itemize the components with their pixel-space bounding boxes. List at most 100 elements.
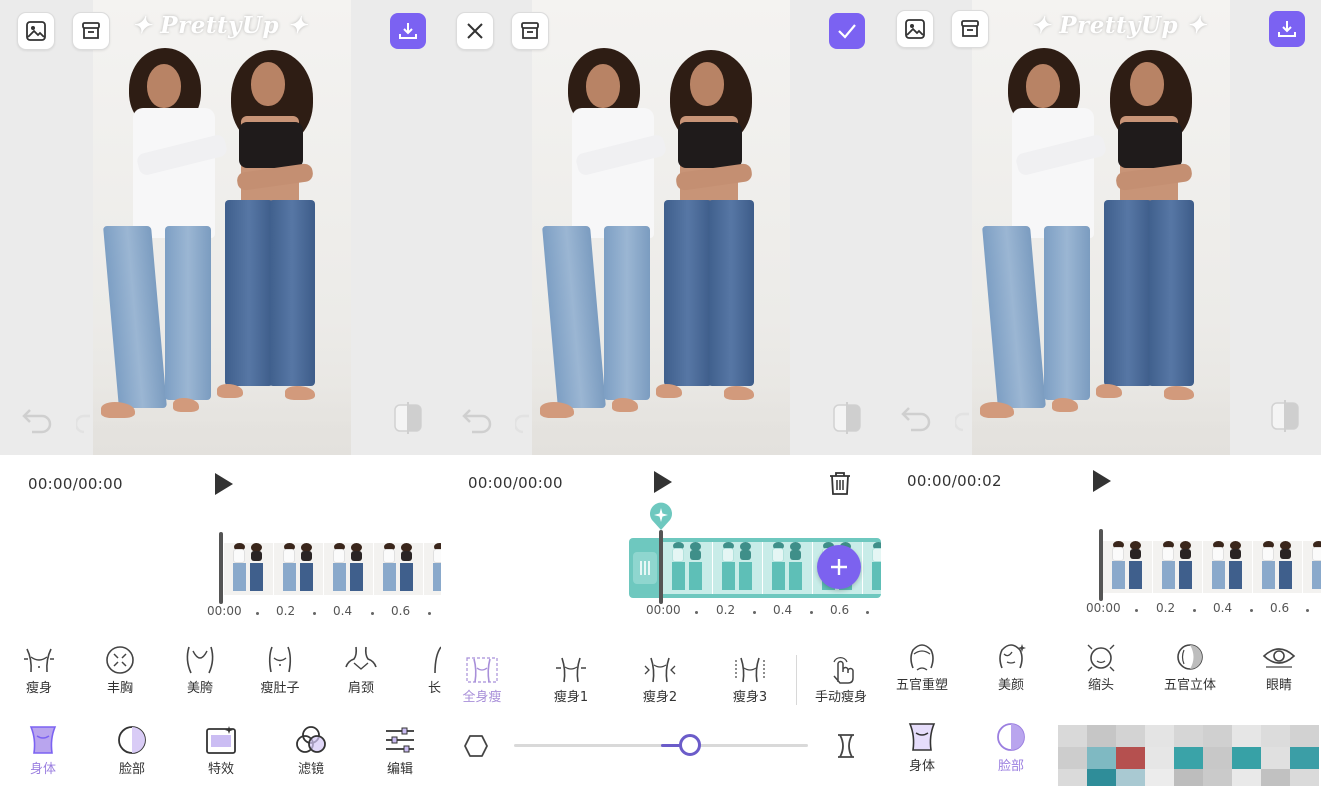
panel-face-editor: ✦ PrettyUp ✦ 00:00/00:02 00:00 0.2 0.4 0… bbox=[881, 0, 1321, 786]
compare-icon[interactable] bbox=[1269, 399, 1301, 433]
plus-icon bbox=[831, 559, 847, 575]
redo-icon[interactable] bbox=[955, 402, 975, 432]
timeline-strip[interactable] bbox=[224, 543, 441, 595]
tool-slim-2[interactable]: 瘦身2 bbox=[625, 656, 695, 705]
archive-button[interactable] bbox=[72, 12, 110, 50]
play-icon[interactable] bbox=[1088, 468, 1114, 494]
archive-icon bbox=[82, 22, 100, 39]
clip-trim-handle[interactable] bbox=[633, 552, 657, 584]
enlarge-chest-icon bbox=[106, 646, 134, 674]
delete-icon[interactable] bbox=[828, 470, 852, 496]
compare-icon[interactable] bbox=[392, 401, 424, 435]
confirm-button[interactable] bbox=[829, 13, 865, 49]
undo-icon[interactable] bbox=[899, 402, 933, 432]
tab-effects[interactable]: 特效 bbox=[191, 725, 251, 777]
close-icon bbox=[467, 23, 483, 39]
tool-label: 瘦肚子 bbox=[260, 681, 300, 696]
tool-label: 五官立体 bbox=[1163, 678, 1216, 693]
close-button[interactable] bbox=[456, 12, 494, 50]
tool-slim-1[interactable]: 瘦身1 bbox=[536, 656, 606, 705]
undo-icon[interactable] bbox=[20, 404, 54, 434]
tab-edit[interactable]: 编辑 bbox=[370, 725, 430, 777]
face-tab-icon bbox=[997, 723, 1025, 751]
tool-belly[interactable]: 瘦肚子 bbox=[245, 645, 315, 696]
preview-area bbox=[441, 0, 881, 455]
reshape-features-icon bbox=[910, 644, 934, 671]
tool-long-legs[interactable]: 长 bbox=[398, 645, 441, 696]
redo-icon[interactable] bbox=[76, 404, 96, 434]
tab-body[interactable]: 身体 bbox=[892, 722, 952, 774]
download-button[interactable] bbox=[390, 13, 426, 49]
edit-tab-icon bbox=[386, 727, 414, 753]
tool-label: 全身瘦 bbox=[462, 690, 502, 705]
tool-enlarge-chest[interactable]: 丰胸 bbox=[85, 645, 155, 696]
slider-knob[interactable] bbox=[679, 734, 702, 756]
download-icon bbox=[399, 23, 417, 39]
drag-handle-icon bbox=[640, 561, 650, 575]
tool-label: 瘦身1 bbox=[553, 690, 589, 705]
undo-icon[interactable] bbox=[460, 404, 494, 434]
tool-shrink-head[interactable]: 缩头 bbox=[1066, 642, 1136, 693]
tool-label: 瘦身3 bbox=[732, 690, 768, 705]
tool-manual-slim[interactable]: 手动瘦身 bbox=[803, 656, 879, 705]
tab-label: 身体 bbox=[908, 759, 935, 774]
archive-icon bbox=[521, 22, 539, 39]
hips-icon bbox=[186, 646, 214, 674]
tool-reshape-features[interactable]: 五官重塑 bbox=[887, 642, 957, 693]
tool-label: 瘦身2 bbox=[642, 690, 678, 705]
hourglass-icon bbox=[838, 734, 854, 758]
tab-face[interactable]: 脸部 bbox=[102, 725, 162, 777]
shrink-head-icon bbox=[1087, 644, 1115, 672]
contour-icon bbox=[1177, 644, 1203, 670]
gallery-button[interactable] bbox=[896, 10, 934, 48]
app-logo: ✦ PrettyUp ✦ bbox=[1031, 12, 1207, 39]
tool-label: 瘦身 bbox=[25, 681, 52, 696]
slim-2-icon bbox=[644, 657, 676, 683]
play-icon[interactable] bbox=[210, 471, 236, 497]
tool-slim-3[interactable]: 瘦身3 bbox=[715, 656, 785, 705]
bottom-tab-bar: 身体 脸部 特效 滤镜 编辑 bbox=[0, 715, 441, 786]
tool-hips[interactable]: 美胯 bbox=[165, 645, 235, 696]
playhead[interactable] bbox=[659, 530, 663, 604]
playhead[interactable] bbox=[219, 532, 223, 604]
ruler-label: 0.6 bbox=[391, 604, 411, 618]
slim-1-icon bbox=[556, 657, 586, 683]
tool-label: 缩头 bbox=[1087, 678, 1114, 693]
screenshot-composite: ✦ PrettyUp ✦ 00:00/00:00 00:00 0.2 0.4 0… bbox=[0, 0, 1321, 786]
tool-eyes[interactable]: 眼睛 bbox=[1244, 642, 1314, 693]
tool-shoulder-neck[interactable]: 肩颈 bbox=[326, 645, 396, 696]
tool-full-body-slim[interactable]: 全身瘦 bbox=[447, 656, 517, 705]
divider bbox=[796, 655, 797, 705]
ruler-label: 00:00 bbox=[207, 604, 242, 618]
archive-button[interactable] bbox=[511, 12, 549, 50]
timeline-strip[interactable] bbox=[1103, 541, 1321, 593]
preview-area: ✦ PrettyUp ✦ bbox=[0, 0, 441, 455]
slim-3-icon bbox=[735, 657, 765, 683]
tool-contour[interactable]: 五官立体 bbox=[1155, 642, 1225, 693]
download-button[interactable] bbox=[1269, 11, 1305, 47]
tool-slim-body[interactable]: 瘦身 bbox=[4, 645, 74, 696]
preview-photo bbox=[532, 0, 790, 455]
playhead[interactable] bbox=[1099, 529, 1103, 601]
keyframe-marker-icon[interactable] bbox=[648, 502, 674, 532]
tool-label: 美颜 bbox=[997, 678, 1024, 693]
add-keyframe-button[interactable] bbox=[817, 545, 861, 589]
preview-area: ✦ PrettyUp ✦ bbox=[881, 0, 1321, 455]
compare-icon[interactable] bbox=[831, 401, 863, 435]
tab-body[interactable]: 身体 bbox=[13, 725, 73, 777]
preview-photo bbox=[93, 0, 351, 455]
ruler-label: 0.6 bbox=[830, 603, 850, 617]
face-tab-icon bbox=[118, 726, 146, 754]
tool-beautify[interactable]: 美颜 bbox=[976, 642, 1046, 693]
tab-label: 编辑 bbox=[386, 762, 413, 777]
body-tab-icon bbox=[29, 726, 57, 754]
gallery-button[interactable] bbox=[17, 12, 55, 50]
full-body-slim-icon bbox=[466, 657, 498, 683]
redo-icon[interactable] bbox=[515, 404, 535, 434]
ruler-label: 0.4 bbox=[333, 604, 353, 618]
play-icon[interactable] bbox=[649, 469, 675, 495]
archive-button[interactable] bbox=[951, 10, 989, 48]
tab-face[interactable]: 脸部 bbox=[981, 722, 1041, 774]
tab-filter[interactable]: 滤镜 bbox=[281, 725, 341, 777]
slim-body-icon bbox=[24, 648, 54, 673]
